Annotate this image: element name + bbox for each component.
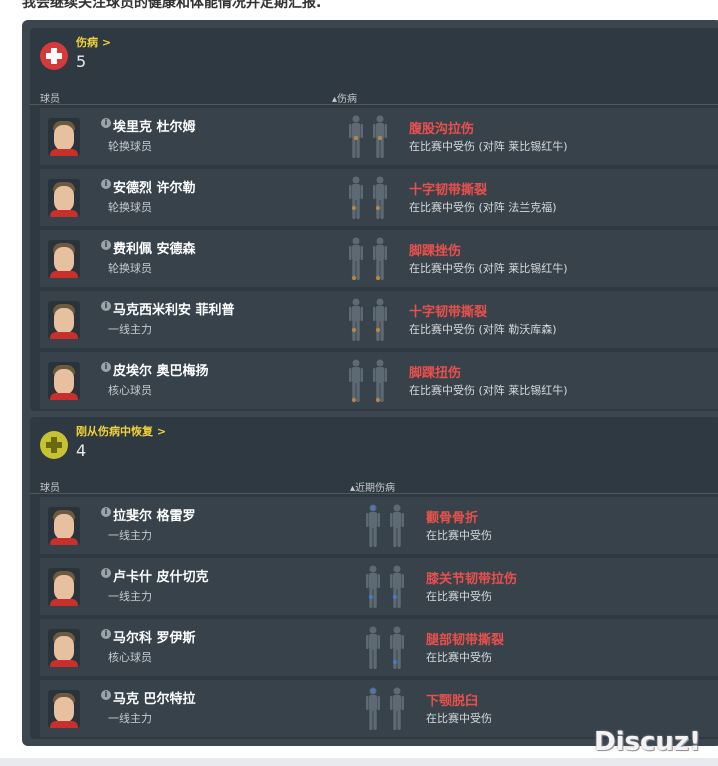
player-row[interactable]: i 卢卡什 皮什切克 一线主力 膝关节韧带拉伤 在比赛中受伤 xyxy=(40,558,718,615)
body-diagram-icon xyxy=(348,114,388,160)
info-icon[interactable]: i xyxy=(101,568,111,578)
player-row[interactable]: i 埃里克 杜尔姆 轮换球员 腹股沟拉伤 在比赛中受伤 (对阵 莱比锡红牛) xyxy=(40,108,718,165)
player-row[interactable]: i 马克西米利安 菲利普 一线主力 十字韧带撕裂 在比赛中受伤 (对阵 勒沃库森… xyxy=(40,291,718,348)
injury-name[interactable]: 颧骨骨折 xyxy=(426,507,478,526)
player-avatar[interactable] xyxy=(48,362,80,400)
player-role: 一线主力 xyxy=(108,590,152,603)
player-name[interactable]: 卢卡什 皮什切克 xyxy=(113,566,209,585)
injury-description: 在比赛中受伤 xyxy=(426,529,492,542)
info-icon[interactable]: i xyxy=(101,690,111,700)
info-icon[interactable]: i xyxy=(101,118,111,128)
recovery-cross-icon xyxy=(40,431,68,459)
player-avatar[interactable] xyxy=(48,118,80,156)
injury-name[interactable]: 腹股沟拉伤 xyxy=(409,118,474,137)
watermark-logo: Discuz! xyxy=(594,727,701,757)
medical-cross-icon xyxy=(40,42,68,70)
info-icon[interactable]: i xyxy=(101,629,111,639)
player-name[interactable]: 埃里克 杜尔姆 xyxy=(113,116,196,135)
header-divider xyxy=(30,104,718,105)
player-row[interactable]: i 费利佩 安德森 轮换球员 脚踝挫伤 在比赛中受伤 (对阵 莱比锡红牛) xyxy=(40,230,718,287)
column-header-recent-injury[interactable]: ▴近期伤病 xyxy=(350,479,395,494)
injury-description: 在比赛中受伤 xyxy=(426,590,492,603)
injury-description: 在比赛中受伤 xyxy=(426,651,492,664)
player-role: 轮换球员 xyxy=(108,140,152,153)
injury-name[interactable]: 腿部韧带撕裂 xyxy=(426,629,504,648)
player-role: 一线主力 xyxy=(108,529,152,542)
injured-section: 伤病 > 5 球员 ▴伤病 i 埃里克 杜尔姆 轮换球员 腹股沟拉伤 在比赛中受… xyxy=(30,28,718,411)
injury-description: 在比赛中受伤 (对阵 法兰克福) xyxy=(409,201,557,214)
player-name[interactable]: 皮埃尔 奥巴梅扬 xyxy=(113,360,209,379)
player-row[interactable]: i 马尔科 罗伊斯 核心球员 腿部韧带撕裂 在比赛中受伤 xyxy=(40,619,718,676)
player-role: 轮换球员 xyxy=(108,262,152,275)
player-avatar[interactable] xyxy=(48,507,80,545)
injury-name[interactable]: 脚踝挫伤 xyxy=(409,240,461,259)
injury-description: 在比赛中受伤 xyxy=(426,712,492,725)
player-row[interactable]: i 皮埃尔 奥巴梅扬 核心球员 脚踝扭伤 在比赛中受伤 (对阵 莱比锡红牛) xyxy=(40,352,718,409)
player-name[interactable]: 马尔科 罗伊斯 xyxy=(113,627,196,646)
footer-band xyxy=(0,758,718,766)
player-avatar[interactable] xyxy=(48,568,80,606)
body-diagram-icon xyxy=(348,358,388,404)
info-icon[interactable]: i xyxy=(101,240,111,250)
body-diagram-icon xyxy=(365,686,405,732)
player-role: 一线主力 xyxy=(108,712,152,725)
column-header-player[interactable]: 球员 xyxy=(40,90,60,105)
body-diagram-icon xyxy=(365,503,405,549)
info-icon[interactable]: i xyxy=(101,507,111,517)
column-header-player[interactable]: 球员 xyxy=(40,479,60,494)
injury-name[interactable]: 脚踝扭伤 xyxy=(409,362,461,381)
player-avatar[interactable] xyxy=(48,690,80,728)
player-name[interactable]: 费利佩 安德森 xyxy=(113,238,196,257)
body-diagram-icon xyxy=(365,625,405,671)
injury-description: 在比赛中受伤 (对阵 莱比锡红牛) xyxy=(409,384,568,397)
player-avatar[interactable] xyxy=(48,301,80,339)
info-icon[interactable]: i xyxy=(101,362,111,372)
injury-name[interactable]: 膝关节韧带拉伤 xyxy=(426,568,517,587)
player-name[interactable]: 安德烈 许尔勒 xyxy=(113,177,196,196)
injury-name[interactable]: 十字韧带撕裂 xyxy=(409,179,487,198)
player-avatar[interactable] xyxy=(48,629,80,667)
player-avatar[interactable] xyxy=(48,179,80,217)
player-role: 一线主力 xyxy=(108,323,152,336)
injured-count: 5 xyxy=(76,52,87,71)
recovered-section-title[interactable]: 刚从伤病中恢复 > xyxy=(76,423,166,439)
column-header-injury[interactable]: ▴伤病 xyxy=(332,90,357,105)
player-avatar[interactable] xyxy=(48,240,80,278)
body-diagram-icon xyxy=(348,297,388,343)
header-divider xyxy=(30,493,718,494)
body-diagram-icon xyxy=(348,236,388,282)
recovered-count: 4 xyxy=(76,441,87,460)
player-role: 核心球员 xyxy=(108,384,152,397)
injured-section-title[interactable]: 伤病 > xyxy=(76,34,111,50)
recovered-section: 刚从伤病中恢复 > 4 球员 ▴近期伤病 i 拉斐尔 格雷罗 一线主力 颧骨骨折… xyxy=(30,417,718,739)
injury-description: 在比赛中受伤 (对阵 莱比锡红牛) xyxy=(409,262,568,275)
body-diagram-icon xyxy=(348,175,388,221)
player-role: 轮换球员 xyxy=(108,201,152,214)
info-icon[interactable]: i xyxy=(101,179,111,189)
injury-description: 在比赛中受伤 (对阵 莱比锡红牛) xyxy=(409,140,568,153)
player-name[interactable]: 马克西米利安 菲利普 xyxy=(113,299,235,318)
player-name[interactable]: 拉斐尔 格雷罗 xyxy=(113,505,196,524)
player-row[interactable]: i 拉斐尔 格雷罗 一线主力 颧骨骨折 在比赛中受伤 xyxy=(40,497,718,554)
player-row[interactable]: i 安德烈 许尔勒 轮换球员 十字韧带撕裂 在比赛中受伤 (对阵 法兰克福) xyxy=(40,169,718,226)
body-diagram-icon xyxy=(365,564,405,610)
injury-description: 在比赛中受伤 (对阵 勒沃库森) xyxy=(409,323,557,336)
player-name[interactable]: 马克 巴尔特拉 xyxy=(113,688,196,707)
info-icon[interactable]: i xyxy=(101,301,111,311)
intro-text: 我会继续关注球员的健康和体能情况并定期汇报. xyxy=(22,0,322,11)
injury-name[interactable]: 十字韧带撕裂 xyxy=(409,301,487,320)
injury-name[interactable]: 下颚脱臼 xyxy=(426,690,478,709)
player-role: 核心球员 xyxy=(108,651,152,664)
